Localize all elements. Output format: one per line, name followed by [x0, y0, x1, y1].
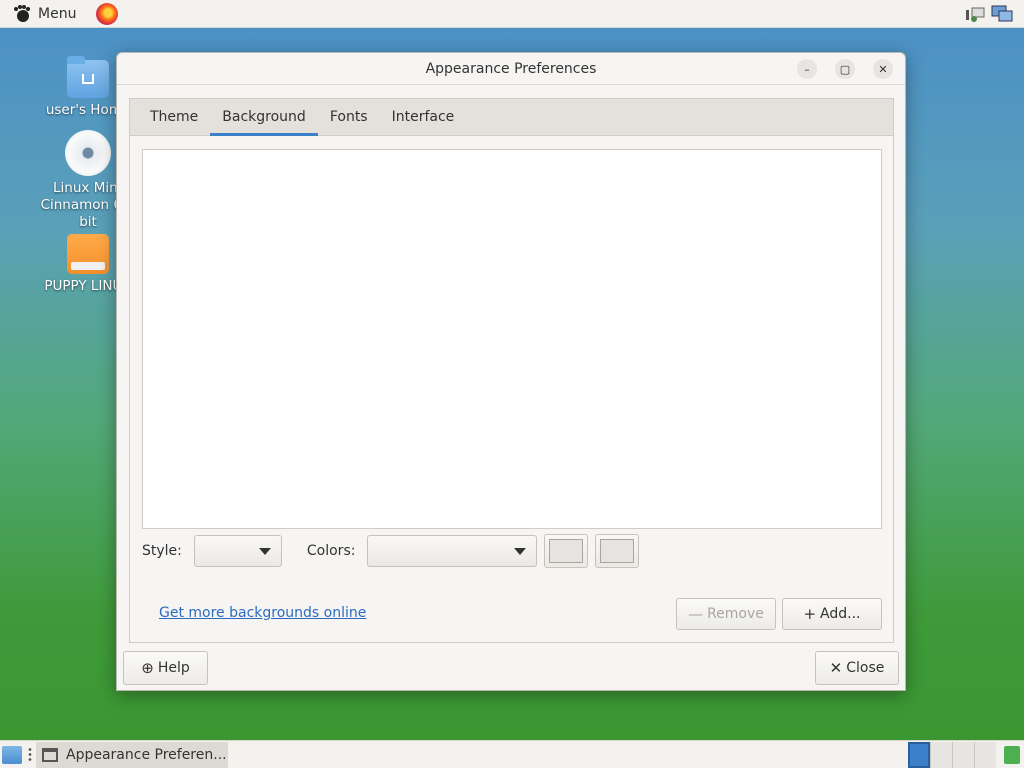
tab-bar: Theme Background Fonts Interface: [130, 99, 893, 136]
system-tray: [964, 4, 1014, 24]
style-dropdown[interactable]: [193, 535, 282, 567]
bottom-panel: Appearance Preferen...: [0, 740, 1024, 768]
window-icon: [42, 747, 58, 762]
primary-color-button[interactable]: [544, 534, 589, 568]
workspace-1[interactable]: [908, 742, 930, 768]
remove-label: Remove: [707, 606, 764, 622]
close-icon: ✕: [829, 659, 843, 677]
close-icon: ✕: [878, 62, 888, 76]
close-button[interactable]: ✕ Close: [815, 651, 899, 685]
help-label: Help: [157, 660, 190, 676]
firefox-icon[interactable]: [96, 2, 119, 25]
preferences-notebook: Theme Background Fonts Interface Style: …: [129, 98, 894, 643]
dialog-title: Appearance Preferences: [425, 60, 597, 77]
main-menu-button[interactable]: Menu: [0, 0, 84, 28]
maximize-button[interactable]: ▢: [835, 59, 855, 79]
disc-icon: [65, 130, 111, 176]
add-button[interactable]: + Add...: [782, 598, 882, 630]
close-window-button[interactable]: ✕: [873, 59, 893, 79]
window-controls: – ▢ ✕: [797, 59, 893, 79]
menu-label: Menu: [38, 5, 77, 22]
gnome-foot-icon: [14, 4, 30, 22]
chevron-down-icon: [514, 548, 527, 555]
plus-icon: +: [803, 605, 817, 623]
style-row: Style: Colors:: [142, 534, 882, 568]
chevron-down-icon: [258, 548, 271, 555]
minimize-button[interactable]: –: [797, 59, 817, 79]
colors-label: Colors:: [306, 543, 356, 559]
appearance-dialog: Appearance Preferences – ▢ ✕ Theme Backg…: [116, 52, 906, 691]
tab-interface[interactable]: Interface: [380, 99, 467, 135]
tab-fonts[interactable]: Fonts: [318, 99, 380, 135]
display-icon[interactable]: [990, 4, 1014, 24]
tab-theme[interactable]: Theme: [138, 99, 210, 135]
maximize-icon: ▢: [839, 62, 851, 76]
remove-button[interactable]: — Remove: [676, 598, 776, 630]
taskbar-item-appearance[interactable]: Appearance Preferen...: [36, 741, 228, 768]
add-label: Add...: [820, 606, 861, 622]
style-label: Style:: [142, 543, 182, 559]
workspace-switcher: [908, 742, 996, 768]
dialog-titlebar[interactable]: Appearance Preferences – ▢ ✕: [117, 53, 905, 85]
panel-grip-icon[interactable]: [28, 746, 32, 763]
drive-icon: [67, 234, 109, 274]
network-icon[interactable]: [964, 4, 988, 24]
tab-background[interactable]: Background: [210, 99, 318, 136]
minus-icon: —: [688, 605, 704, 623]
get-more-backgrounds-link[interactable]: Get more backgrounds online: [159, 605, 366, 621]
workspace-2[interactable]: [930, 742, 952, 768]
help-icon: ⊕: [141, 659, 154, 677]
close-label: Close: [846, 660, 885, 676]
secondary-color-button[interactable]: [595, 534, 640, 568]
colors-dropdown[interactable]: [367, 535, 538, 567]
home-folder-icon: [67, 56, 109, 98]
color-swatch: [600, 539, 635, 563]
background-list[interactable]: [142, 149, 882, 529]
trash-icon[interactable]: [1004, 746, 1020, 764]
task-label: Appearance Preferen...: [66, 746, 227, 763]
show-desktop-icon[interactable]: [2, 745, 22, 764]
top-panel: Menu: [0, 0, 1024, 28]
help-button[interactable]: ⊕ Help: [123, 651, 208, 685]
color-swatch: [549, 539, 584, 563]
workspace-3[interactable]: [952, 742, 974, 768]
workspace-4[interactable]: [974, 742, 996, 768]
minimize-icon: –: [804, 62, 810, 76]
